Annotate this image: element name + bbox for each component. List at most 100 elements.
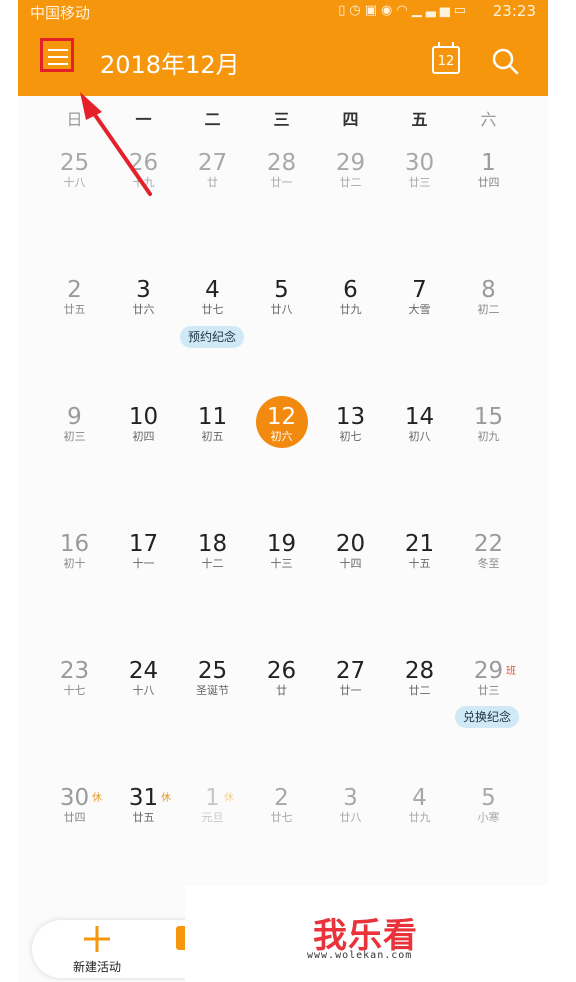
day-lunar-label: 廿八 <box>339 811 362 824</box>
day-lunar-label: 十二 <box>201 557 224 570</box>
day-cell[interactable]: 2 廿五 <box>40 277 109 357</box>
day-lunar-label: 廿三 <box>408 176 431 189</box>
day-lunar-label: 廿 <box>276 684 287 697</box>
day-cell[interactable]: 5 廿八 <box>247 277 316 357</box>
day-cell[interactable]: 3 廿六 <box>109 277 178 357</box>
day-cell[interactable]: 19 十三 <box>247 531 316 611</box>
day-cell[interactable]: 1 廿四 <box>454 150 523 230</box>
day-cell[interactable]: 15 初九 <box>454 404 523 484</box>
day-lunar-label: 十四 <box>339 557 362 570</box>
holiday-badge: 休 <box>224 793 234 804</box>
day-lunar-label: 初八 <box>408 430 431 443</box>
day-cell[interactable]: 30 廿四休 <box>40 785 109 865</box>
day-cell[interactable]: 22 冬至 <box>454 531 523 611</box>
day-number: 26 <box>266 658 297 684</box>
day-cell[interactable]: 20 十四 <box>316 531 385 611</box>
day-cell[interactable]: 24 十八 <box>109 658 178 738</box>
day-cell[interactable]: 23 十七 <box>40 658 109 738</box>
day-cell[interactable]: 18 十二 <box>178 531 247 611</box>
day-cell[interactable]: 27 廿 <box>178 150 247 230</box>
event-pill-duihuan[interactable]: 兑换纪念 <box>455 706 520 728</box>
holiday-badge: 休 <box>161 793 171 804</box>
day-lunar-label: 廿四 <box>63 811 86 824</box>
holiday-badge: 休 <box>92 793 102 804</box>
day-cell[interactable]: 11 初五 <box>178 404 247 484</box>
day-lunar-label: 廿五 <box>132 811 155 824</box>
watermark: 我乐看 www.wolekan.com <box>185 886 575 982</box>
new-event-button[interactable]: 新建活动 <box>62 920 132 975</box>
day-lunar-label: 廿三 <box>477 684 500 697</box>
day-number: 8 <box>481 277 496 303</box>
day-lunar-label: 廿八 <box>270 303 293 316</box>
day-number: 1 <box>481 150 496 176</box>
day-cell[interactable]: 10 初四 <box>109 404 178 484</box>
calendar-main: 日一二三四五六 25十八26十九27廿28廿一29廿二30廿三1廿四2廿五3廿六… <box>18 96 548 982</box>
day-number: 23 <box>59 658 90 684</box>
day-lunar-label: 十五 <box>408 557 431 570</box>
day-cell[interactable]: 16 初十 <box>40 531 109 611</box>
hamburger-menu-icon[interactable] <box>40 38 74 72</box>
day-lunar-label: 廿四 <box>477 176 500 189</box>
day-cell[interactable]: 28 廿一 <box>247 150 316 230</box>
day-cell[interactable]: 28 廿二 <box>385 658 454 738</box>
day-lunar-label: 廿五 <box>63 303 86 316</box>
day-number: 2 <box>274 785 289 811</box>
day-cell[interactable]: 21 十五 <box>385 531 454 611</box>
day-number: 3 <box>343 785 358 811</box>
day-cell[interactable]: 3 廿八 <box>316 785 385 865</box>
day-cell[interactable]: 7 大雪 <box>385 277 454 357</box>
event-pill-yuyue[interactable]: 预约纪念 <box>180 326 245 348</box>
month-title[interactable]: 2018年12月 <box>100 45 240 80</box>
status-bar: 中国移动 ▯◷▣◉◠▁▃▅▭ 23:23 <box>18 0 548 24</box>
day-lunar-label: 初三 <box>63 430 86 443</box>
vibrate-icon: ▯ <box>338 3 350 18</box>
day-cell[interactable]: 4 廿九 <box>385 785 454 865</box>
day-lunar-label: 廿七 <box>201 303 224 316</box>
hd-icon: ▣ <box>364 3 382 18</box>
day-number: 5 <box>481 785 496 811</box>
day-cell[interactable]: 26 廿 <box>247 658 316 738</box>
day-cell[interactable]: 9 初三 <box>40 404 109 484</box>
day-cell[interactable]: 2 廿七 <box>247 785 316 865</box>
day-cell[interactable]: 1 元旦休 <box>178 785 247 865</box>
day-number: 30 <box>404 150 435 176</box>
day-cell[interactable]: 29 廿二 <box>316 150 385 230</box>
day-lunar-label: 廿二 <box>408 684 431 697</box>
day-number: 14 <box>404 404 435 430</box>
day-number: 1 <box>205 785 220 811</box>
day-cell[interactable]: 8 初二 <box>454 277 523 357</box>
day-lunar-label: 元旦 <box>201 811 224 824</box>
new-event-label: 新建活动 <box>72 960 121 974</box>
day-number: 19 <box>266 531 297 557</box>
day-lunar-label: 初十 <box>63 557 86 570</box>
day-cell[interactable]: 27 廿一 <box>316 658 385 738</box>
day-number: 11 <box>197 404 228 430</box>
day-lunar-label: 十八 <box>132 684 155 697</box>
day-cell[interactable]: 5 小寒 <box>454 785 523 865</box>
day-number: 3 <box>136 277 151 303</box>
day-number: 15 <box>473 404 504 430</box>
plus-icon <box>84 926 110 952</box>
day-cell[interactable]: 25 圣诞节 <box>178 658 247 738</box>
annotation-arrow <box>80 92 152 196</box>
day-number: 16 <box>59 531 90 557</box>
day-lunar-label: 初六 <box>270 430 293 443</box>
day-cell[interactable]: 30 廿三 <box>385 150 454 230</box>
day-cell[interactable]: 13 初七 <box>316 404 385 484</box>
carrier-name: 中国移动 <box>30 4 91 22</box>
day-lunar-label: 廿一 <box>270 176 293 189</box>
day-cell[interactable]: 17 十一 <box>109 531 178 611</box>
status-time: 23:23 <box>492 2 536 20</box>
day-number: 5 <box>274 277 289 303</box>
calendar-today-icon[interactable]: 12 <box>432 42 460 74</box>
weekday-label: 五 <box>411 110 428 129</box>
search-icon[interactable] <box>490 46 520 76</box>
day-cell[interactable]: 6 廿九 <box>316 277 385 357</box>
day-number: 4 <box>412 785 427 811</box>
day-cell[interactable]: 31 廿五休 <box>109 785 178 865</box>
day-number: 20 <box>335 531 366 557</box>
day-lunar-label: 小寒 <box>477 811 500 824</box>
day-cell-today[interactable]: 12 初六 <box>247 396 316 484</box>
day-number: 17 <box>128 531 159 557</box>
day-cell[interactable]: 14 初八 <box>385 404 454 484</box>
